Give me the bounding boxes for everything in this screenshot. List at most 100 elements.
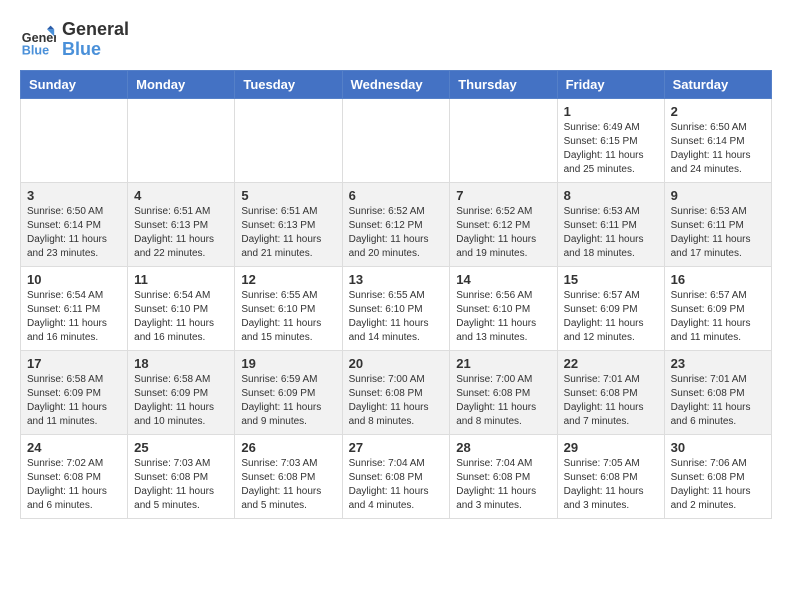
calendar-cell: 8 Sunrise: 6:53 AM Sunset: 6:11 PM Daylig… [557,182,664,266]
day-header-friday: Friday [557,70,664,98]
cell-info: Sunrise: 6:51 AM Sunset: 6:13 PM Dayligh… [134,205,228,261]
calendar-cell: 18Sunrise: 6:58 AM Sunset: 6:09 PM Dayli… [128,350,235,434]
week-row-5: 24 Sunrise: 7:02 AM Sunset: 6:08 PM Dayli… [21,434,772,518]
calendar-cell: 19 Sunrise: 6:59 AM Sunset: 6:09 PM Dayli… [235,350,342,434]
day-number: 2 [671,104,765,119]
calendar-cell [21,98,128,182]
day-number: 11 [134,272,228,287]
day-number: 22 [564,356,658,371]
logo-text: General Blue [62,20,129,60]
day-number: 18 [134,356,228,371]
cell-info: Sunrise: 6:56 AM Sunset: 6:10 PM Dayligh… [456,289,550,345]
day-number: 19 [241,356,335,371]
calendar-cell: 6 Sunrise: 6:52 AM Sunset: 6:12 PM Daylig… [342,182,450,266]
day-number: 5 [241,188,335,203]
cell-info: Sunrise: 7:04 AM Sunset: 6:08 PM Dayligh… [456,457,550,513]
day-number: 14 [456,272,550,287]
cell-info: Sunrise: 6:50 AM Sunset: 6:14 PM Dayligh… [671,121,765,177]
calendar-cell: 29 Sunrise: 7:05 AM Sunset: 6:08 PM Dayli… [557,434,664,518]
cell-info: Sunrise: 7:01 AM Sunset: 6:08 PM Dayligh… [564,373,658,429]
day-number: 30 [671,440,765,455]
day-header-sunday: Sunday [21,70,128,98]
day-number: 20 [349,356,444,371]
day-number: 23 [671,356,765,371]
day-number: 3 [27,188,121,203]
day-header-tuesday: Tuesday [235,70,342,98]
day-number: 29 [564,440,658,455]
calendar-cell: 5 Sunrise: 6:51 AM Sunset: 6:13 PM Daylig… [235,182,342,266]
calendar-cell: 7 Sunrise: 6:52 AM Sunset: 6:12 PM Daylig… [450,182,557,266]
cell-info: Sunrise: 6:54 AM Sunset: 6:10 PM Dayligh… [134,289,228,345]
calendar-cell: 2 Sunrise: 6:50 AM Sunset: 6:14 PM Daylig… [664,98,771,182]
week-row-3: 10Sunrise: 6:54 AM Sunset: 6:11 PM Dayli… [21,266,772,350]
calendar-cell: 9 Sunrise: 6:53 AM Sunset: 6:11 PM Daylig… [664,182,771,266]
calendar-table: SundayMondayTuesdayWednesdayThursdayFrid… [20,70,772,519]
cell-info: Sunrise: 7:00 AM Sunset: 6:08 PM Dayligh… [349,373,444,429]
cell-info: Sunrise: 6:59 AM Sunset: 6:09 PM Dayligh… [241,373,335,429]
calendar-header-row: SundayMondayTuesdayWednesdayThursdayFrid… [21,70,772,98]
day-header-saturday: Saturday [664,70,771,98]
day-header-monday: Monday [128,70,235,98]
day-header-thursday: Thursday [450,70,557,98]
cell-info: Sunrise: 7:05 AM Sunset: 6:08 PM Dayligh… [564,457,658,513]
logo-icon: General Blue [20,22,56,58]
calendar-cell: 13Sunrise: 6:55 AM Sunset: 6:10 PM Dayli… [342,266,450,350]
calendar-cell: 15Sunrise: 6:57 AM Sunset: 6:09 PM Dayli… [557,266,664,350]
cell-info: Sunrise: 7:01 AM Sunset: 6:08 PM Dayligh… [671,373,765,429]
day-number: 21 [456,356,550,371]
cell-info: Sunrise: 6:55 AM Sunset: 6:10 PM Dayligh… [241,289,335,345]
day-number: 24 [27,440,121,455]
day-number: 25 [134,440,228,455]
cell-info: Sunrise: 6:57 AM Sunset: 6:09 PM Dayligh… [564,289,658,345]
day-number: 28 [456,440,550,455]
week-row-1: 1Sunrise: 6:49 AM Sunset: 6:15 PM Daylig… [21,98,772,182]
calendar-body: 1Sunrise: 6:49 AM Sunset: 6:15 PM Daylig… [21,98,772,518]
calendar-cell [342,98,450,182]
calendar-cell: 4 Sunrise: 6:51 AM Sunset: 6:13 PM Daylig… [128,182,235,266]
day-number: 4 [134,188,228,203]
cell-info: Sunrise: 6:53 AM Sunset: 6:11 PM Dayligh… [564,205,658,261]
calendar-cell: 21 Sunrise: 7:00 AM Sunset: 6:08 PM Dayli… [450,350,557,434]
day-header-wednesday: Wednesday [342,70,450,98]
page-header: General Blue General Blue [20,20,772,60]
day-number: 8 [564,188,658,203]
cell-info: Sunrise: 7:00 AM Sunset: 6:08 PM Dayligh… [456,373,550,429]
day-number: 6 [349,188,444,203]
calendar-cell [235,98,342,182]
calendar-cell: 25 Sunrise: 7:03 AM Sunset: 6:08 PM Dayli… [128,434,235,518]
calendar-cell: 22 Sunrise: 7:01 AM Sunset: 6:08 PM Dayli… [557,350,664,434]
cell-info: Sunrise: 6:55 AM Sunset: 6:10 PM Dayligh… [349,289,444,345]
week-row-2: 3 Sunrise: 6:50 AM Sunset: 6:14 PM Daylig… [21,182,772,266]
day-number: 9 [671,188,765,203]
day-number: 7 [456,188,550,203]
calendar-cell: 20 Sunrise: 7:00 AM Sunset: 6:08 PM Dayli… [342,350,450,434]
cell-info: Sunrise: 6:50 AM Sunset: 6:14 PM Dayligh… [27,205,121,261]
calendar-cell: 27Sunrise: 7:04 AM Sunset: 6:08 PM Dayli… [342,434,450,518]
day-number: 16 [671,272,765,287]
cell-info: Sunrise: 6:53 AM Sunset: 6:11 PM Dayligh… [671,205,765,261]
calendar-cell: 11 Sunrise: 6:54 AM Sunset: 6:10 PM Dayli… [128,266,235,350]
cell-info: Sunrise: 7:03 AM Sunset: 6:08 PM Dayligh… [241,457,335,513]
day-number: 17 [27,356,121,371]
calendar-cell: 30Sunrise: 7:06 AM Sunset: 6:08 PM Dayli… [664,434,771,518]
day-number: 26 [241,440,335,455]
calendar-cell: 10Sunrise: 6:54 AM Sunset: 6:11 PM Dayli… [21,266,128,350]
cell-info: Sunrise: 6:51 AM Sunset: 6:13 PM Dayligh… [241,205,335,261]
calendar-cell: 1Sunrise: 6:49 AM Sunset: 6:15 PM Daylig… [557,98,664,182]
calendar-cell: 23 Sunrise: 7:01 AM Sunset: 6:08 PM Dayli… [664,350,771,434]
logo: General Blue General Blue [20,20,129,60]
calendar-cell: 26 Sunrise: 7:03 AM Sunset: 6:08 PM Dayli… [235,434,342,518]
calendar-cell: 12 Sunrise: 6:55 AM Sunset: 6:10 PM Dayli… [235,266,342,350]
cell-info: Sunrise: 7:02 AM Sunset: 6:08 PM Dayligh… [27,457,121,513]
cell-info: Sunrise: 6:57 AM Sunset: 6:09 PM Dayligh… [671,289,765,345]
week-row-4: 17 Sunrise: 6:58 AM Sunset: 6:09 PM Dayli… [21,350,772,434]
cell-info: Sunrise: 7:04 AM Sunset: 6:08 PM Dayligh… [349,457,444,513]
calendar-cell [128,98,235,182]
cell-info: Sunrise: 6:58 AM Sunset: 6:09 PM Dayligh… [27,373,121,429]
cell-info: Sunrise: 6:49 AM Sunset: 6:15 PM Dayligh… [564,121,658,177]
cell-info: Sunrise: 6:52 AM Sunset: 6:12 PM Dayligh… [456,205,550,261]
day-number: 12 [241,272,335,287]
cell-info: Sunrise: 6:52 AM Sunset: 6:12 PM Dayligh… [349,205,444,261]
cell-info: Sunrise: 7:03 AM Sunset: 6:08 PM Dayligh… [134,457,228,513]
calendar-cell: 17 Sunrise: 6:58 AM Sunset: 6:09 PM Dayli… [21,350,128,434]
